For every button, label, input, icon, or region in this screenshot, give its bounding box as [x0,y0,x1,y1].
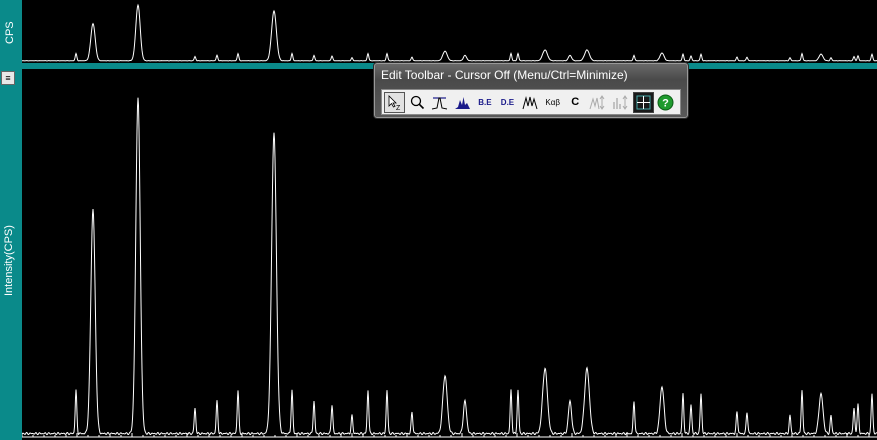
multi-peak-button[interactable] [519,91,541,113]
cursor-zoom-icon: Z [388,94,401,111]
svg-text:Z: Z [396,105,401,111]
cursor-zoom-button[interactable]: Z [384,91,405,113]
main-axis-label: Intensity(CPS) [3,225,15,296]
bars-arrow-button[interactable] [609,91,631,113]
filled-peak-icon [454,96,470,109]
overview-plot[interactable] [22,0,877,63]
grid-button[interactable] [632,91,654,113]
c-button[interactable]: C [564,91,586,113]
svg-text:?: ? [662,97,669,109]
edit-toolbar[interactable]: Edit Toolbar - Cursor Off (Menu/Ctrl=Min… [373,62,689,119]
kab-button[interactable]: Kαβ [542,91,564,113]
zoom-button[interactable] [406,91,428,113]
kab-icon: Kαβ [545,97,560,107]
toolbar-title[interactable]: Edit Toolbar - Cursor Off (Menu/Ctrl=Min… [381,68,628,82]
intensity-plot[interactable] [22,69,877,440]
filled-peak-button[interactable] [451,91,473,113]
grid-icon [636,95,651,109]
spectrum-trace [22,97,877,436]
peak-arrow-icon [589,94,605,110]
peak-marker-button[interactable] [429,91,451,113]
multi-peak-icon [522,95,538,109]
help-button[interactable]: ? [655,91,677,113]
spectrum-trace [22,3,877,62]
toolbar-strip: Z B.E D.E Kαβ C ? [381,89,681,115]
de-button[interactable]: D.E [496,91,518,113]
peak-marker-icon [432,96,448,109]
be-button[interactable]: B.E [474,91,496,113]
spectrum-window: CPS Intensity(CPS) ≡ Edit Toolbar - Curs… [0,0,877,440]
help-icon: ? [657,94,674,110]
c-icon: C [571,96,580,108]
be-icon: B.E [478,97,492,107]
magnifier-icon [410,95,424,109]
bars-arrow-icon [613,94,628,110]
de-icon: D.E [500,97,515,107]
expand-icon[interactable]: ≡ [1,71,15,85]
top-axis-label: CPS [4,21,16,44]
peak-arrow-button[interactable] [587,91,609,113]
